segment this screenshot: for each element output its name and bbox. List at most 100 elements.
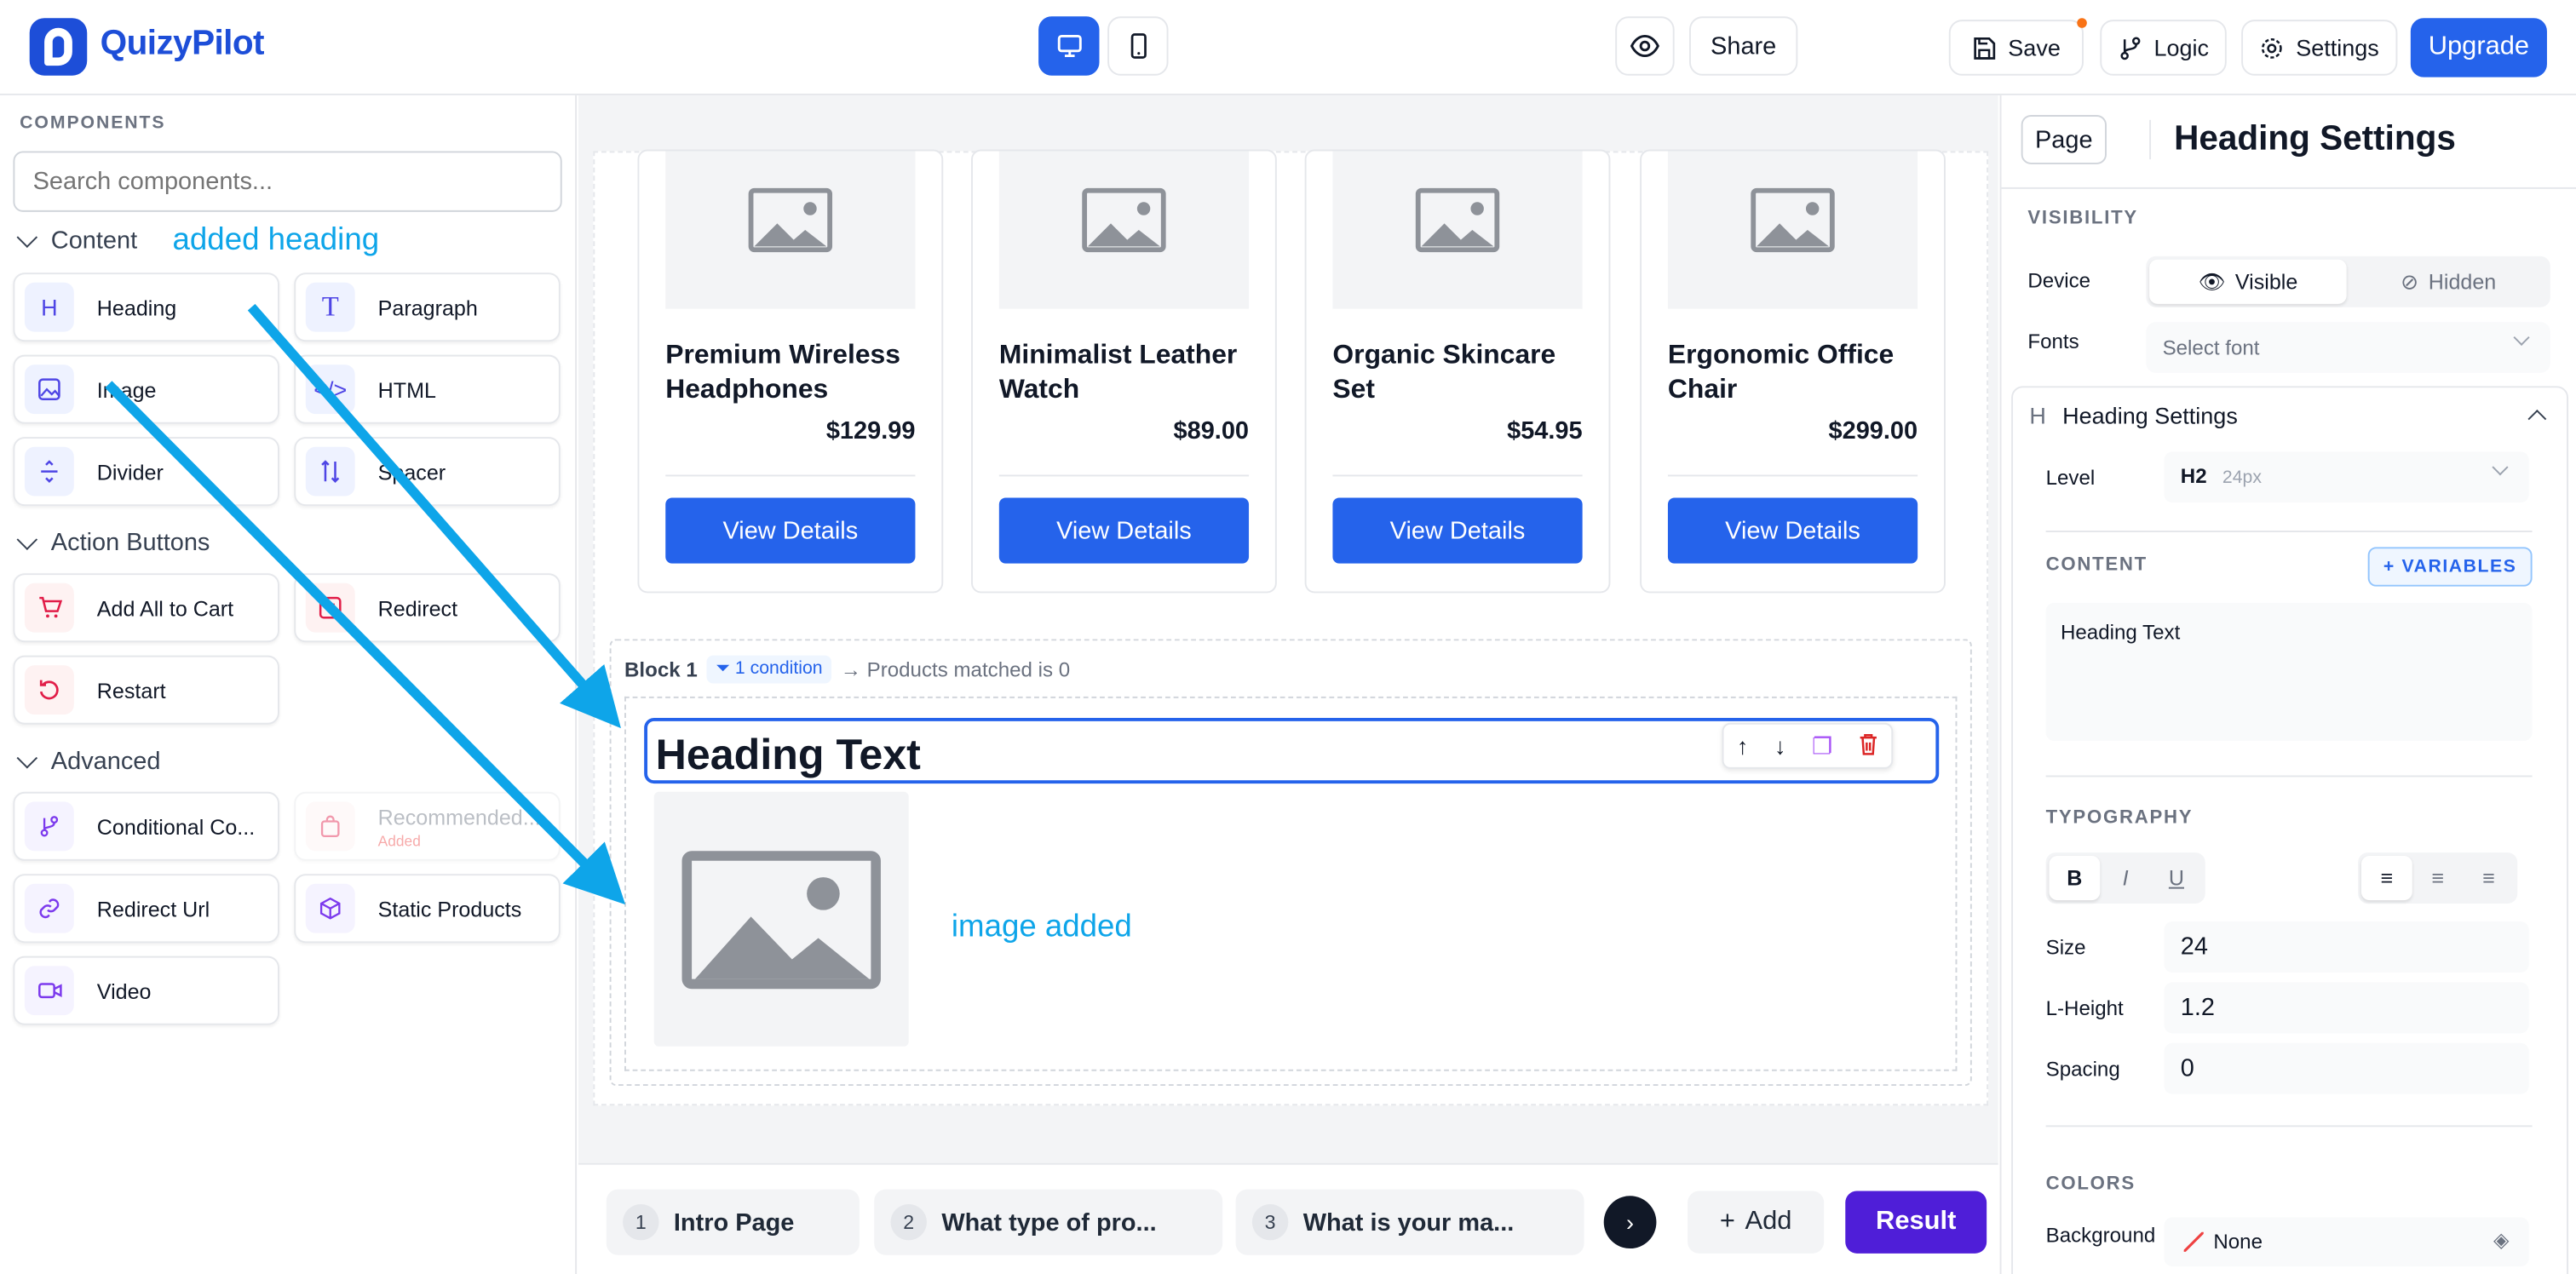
component-redirect-url[interactable]: Redirect Url <box>13 874 279 944</box>
font-select[interactable]: Select font <box>2146 322 2550 373</box>
conditional-block[interactable]: Block 1 ⏷ 1 condition → Products matched… <box>609 639 1972 1087</box>
fonts-label: Fonts <box>2027 330 2079 353</box>
heading-text[interactable]: Heading Text <box>656 729 921 780</box>
move-down-icon[interactable]: ↓ <box>1774 732 1786 759</box>
image-placeholder-icon <box>681 851 881 990</box>
components-title: COMPONENTS <box>20 113 166 134</box>
view-details-button[interactable]: View Details <box>1667 497 1918 564</box>
page-tab[interactable]: 1 Intro Page <box>606 1189 860 1255</box>
desktop-view-button[interactable] <box>1038 16 1100 76</box>
size-input[interactable]: 24 <box>2164 921 2529 973</box>
image-placeholder-icon <box>1082 187 1166 253</box>
add-page-button[interactable]: + Add <box>1688 1191 1825 1254</box>
page-tab[interactable]: 3 What is your ma... <box>1235 1189 1584 1255</box>
component-add-all-to-cart[interactable]: Add All to Cart <box>13 573 279 643</box>
duplicate-icon[interactable]: ❐ <box>1812 732 1832 760</box>
color-fill-icon: ◈ <box>2493 1228 2510 1252</box>
video-icon <box>24 966 74 1016</box>
annotation-heading: added heading <box>172 223 380 258</box>
align-right-icon[interactable]: ≡ <box>2464 856 2515 900</box>
condition-badge[interactable]: ⏷ 1 condition <box>707 655 831 684</box>
no-color-icon <box>2183 1231 2204 1252</box>
block-content: Heading Text ↑ ↓ ❐ <box>624 696 1958 1071</box>
variables-button[interactable]: + VARIABLES <box>2367 547 2533 587</box>
save-button[interactable]: Save <box>1948 20 2084 76</box>
page-tab[interactable]: 2 What type of pro... <box>874 1189 1223 1255</box>
view-details-button[interactable]: View Details <box>998 497 1250 564</box>
product-image <box>998 151 1250 309</box>
mobile-view-button[interactable] <box>1107 16 1169 76</box>
background-color-picker[interactable]: None ◈ <box>2164 1217 2529 1267</box>
line-height-label: L-Height <box>2045 996 2124 1020</box>
chevron-down-icon <box>2513 329 2530 346</box>
upgrade-button[interactable]: Upgrade <box>2410 18 2547 77</box>
page-settings-button[interactable]: Page <box>2021 115 2107 164</box>
component-paragraph[interactable]: T Paragraph <box>294 273 561 342</box>
chevron-down-icon <box>2492 459 2509 476</box>
image-icon <box>24 364 74 415</box>
product-card: Minimalist Leather Watch $89.00 View Det… <box>971 149 1277 594</box>
bag-icon <box>305 801 355 852</box>
app-name: QuizyPilot <box>100 24 265 63</box>
size-label: Size <box>2045 936 2086 960</box>
line-height-input[interactable]: 1.2 <box>2164 982 2529 1034</box>
view-details-button[interactable]: View Details <box>665 497 916 564</box>
next-pages-button[interactable]: › <box>1603 1196 1657 1249</box>
component-static-products[interactable]: Static Products <box>294 874 561 944</box>
section-advanced[interactable]: Advanced <box>16 746 160 775</box>
chevron-up-icon[interactable] <box>2527 409 2547 428</box>
spacer-icon <box>305 446 355 496</box>
chevron-down-icon <box>16 528 38 549</box>
bold-icon[interactable]: B <box>2049 856 2101 901</box>
background-label: Background <box>2045 1224 2156 1248</box>
component-conditional[interactable]: Conditional Co... <box>13 791 279 861</box>
search-components-input[interactable] <box>13 151 562 212</box>
component-video[interactable]: Video <box>13 956 279 1025</box>
product-price: $299.00 <box>1828 416 1918 445</box>
section-action-buttons[interactable]: Action Buttons <box>16 528 210 557</box>
component-heading[interactable]: H Heading <box>13 273 279 342</box>
restart-icon <box>24 665 74 715</box>
component-html[interactable]: </> HTML <box>294 354 561 424</box>
component-restart[interactable]: Restart <box>13 655 279 725</box>
spacing-input[interactable]: 0 <box>2164 1042 2529 1094</box>
share-button[interactable]: Share <box>1689 16 1798 76</box>
component-redirect[interactable]: Redirect <box>294 573 561 643</box>
block-header: Block 1 ⏷ 1 condition → Products matched… <box>624 655 1070 684</box>
hidden-option[interactable]: ⊘ Hidden <box>2349 260 2546 304</box>
settings-panel: Page Heading Settings VISIBILITY Device … <box>1999 95 2576 1274</box>
align-left-icon[interactable]: ≡ <box>2360 856 2412 901</box>
section-header[interactable]: H Heading Settings <box>2029 403 2238 429</box>
product-name: Organic Skincare Set <box>1332 340 1556 405</box>
move-up-icon[interactable]: ↑ <box>1737 732 1749 759</box>
text-align-group: ≡ ≡ ≡ <box>2358 852 2518 904</box>
delete-icon[interactable] <box>1859 732 1878 760</box>
visible-option[interactable]: 👁 Visible <box>2149 259 2347 304</box>
product-name: Ergonomic Office Chair <box>1667 340 1895 405</box>
image-element[interactable] <box>653 791 909 1047</box>
box-icon <box>305 883 355 933</box>
preview-button[interactable] <box>1615 16 1675 76</box>
visibility-caption: VISIBILITY <box>2027 208 2138 229</box>
underline-icon[interactable]: U <box>2151 856 2202 900</box>
component-image[interactable]: Image <box>13 354 279 424</box>
divider-icon <box>24 446 74 496</box>
content-caption: CONTENT <box>2045 555 2148 576</box>
italic-icon[interactable]: I <box>2100 856 2151 900</box>
result-page-button[interactable]: Result <box>1845 1191 1987 1254</box>
logic-button[interactable]: Logic <box>2100 20 2227 76</box>
redirect-icon <box>305 582 355 633</box>
content-textarea[interactable]: Heading Text <box>2045 602 2533 741</box>
product-price: $89.00 <box>1173 416 1250 445</box>
settings-button[interactable]: Settings <box>2241 20 2398 76</box>
components-panel: COMPONENTS Content H Heading T Paragraph… <box>0 95 578 1274</box>
component-divider[interactable]: Divider <box>13 437 279 507</box>
product-name: Minimalist Leather Watch <box>998 340 1238 405</box>
eye-icon: 👁 <box>2198 268 2226 294</box>
heading-icon: H <box>2029 402 2046 429</box>
section-content[interactable]: Content <box>16 226 137 255</box>
align-center-icon[interactable]: ≡ <box>2412 856 2464 900</box>
component-spacer[interactable]: Spacer <box>294 437 561 507</box>
view-details-button[interactable]: View Details <box>1332 497 1583 564</box>
level-select[interactable]: H2 24px <box>2164 451 2529 503</box>
